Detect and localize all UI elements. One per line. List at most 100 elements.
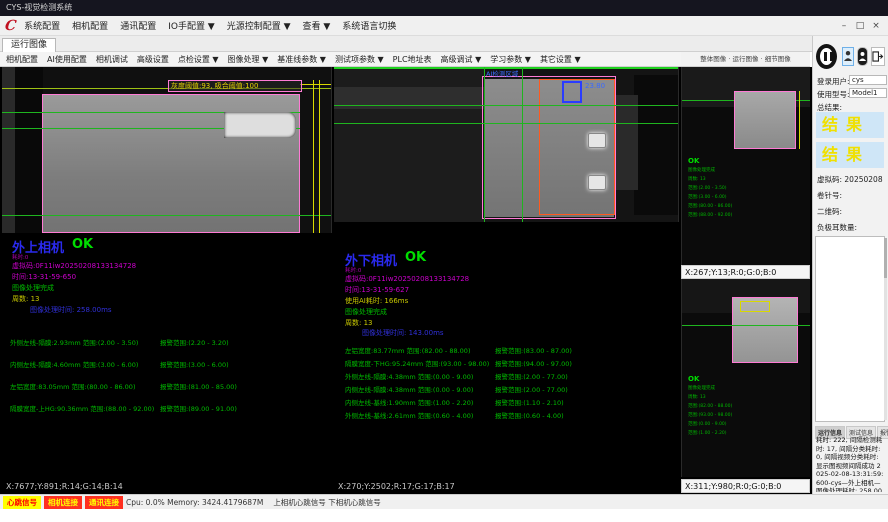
ai-region-label: AI检测区域	[486, 68, 518, 78]
menu-camera-config[interactable]: 相机配置	[72, 19, 108, 32]
tool-camera-config[interactable]: 相机配置	[6, 54, 38, 65]
alarm-range-text: 报警范围:(2.20 - 3.20)	[160, 337, 229, 347]
run-log-text: 耗时: 222, 间隔检测耗时: 17, 间隔分类耗时: 0, 间隔视频分类耗时…	[816, 436, 884, 492]
pause-icon	[830, 52, 833, 61]
center-camera-status: OK	[405, 250, 426, 265]
tool-image-processing[interactable]: 图像处理 ▼	[228, 54, 269, 65]
menu-system-config[interactable]: 系统配置	[24, 19, 60, 32]
pause-icon	[824, 52, 827, 61]
pause-button[interactable]	[816, 44, 837, 69]
tool-plc-address[interactable]: PLC地址表	[393, 54, 432, 65]
menu-comm-config[interactable]: 通讯配置	[120, 19, 156, 32]
reflection-glint	[588, 133, 606, 148]
measurement-row: 外侧左线-基线:2.61mm 范围:(0.60 - 4.00) 报警范围:(0.…	[345, 410, 660, 420]
alarm-range-text: 报警范围:(0.60 - 4.00)	[495, 410, 564, 420]
tool-baseline-params[interactable]: 基准线参数 ▼	[277, 54, 326, 65]
minimize-button[interactable]: –	[836, 21, 852, 31]
center-done-text: 图像处理完成	[345, 307, 387, 317]
measurement-row: 内侧左线-隔膜:4.38mm 范围:(0.00 - 9.00) 报警范围:(2.…	[345, 384, 660, 394]
measurement-text: 外侧左线-隔膜:2.93mm 范围:(2.00 - 3.50)	[10, 337, 138, 347]
measurement-text: 隔膜宽度-上HG:90.36mm 范围:(88.00 - 92.00)	[10, 403, 154, 413]
result-box-1: 结果	[816, 112, 884, 138]
yellow-measure-line	[313, 80, 314, 233]
measure-line	[484, 67, 485, 222]
mini-status: OK	[688, 375, 732, 384]
comm-connect-badge: 通讯连接	[85, 496, 123, 509]
measure-line	[334, 105, 679, 106]
tool-spot-check[interactable]: 点检设置 ▼	[178, 54, 219, 65]
measurement-text: 外侧左线-基线:2.61mm 范围:(0.60 - 4.00)	[345, 410, 473, 420]
tool-other-settings[interactable]: 其它设置 ▼	[540, 54, 581, 65]
measurement-row: 隔膜宽度-下HG:95.24mm 范围:(93.00 - 98.00) 报警范围…	[345, 358, 660, 368]
small-view-2[interactable]: OK 图像处理完成 周数: 13 范围:(82.00 - 88.00) 范围:(…	[681, 279, 810, 477]
small-view-1[interactable]: OK 图像处理完成 周数: 13 范围:(2.00 - 3.50) 范围:(3.…	[681, 67, 810, 265]
measure-line	[2, 215, 332, 216]
result-listbox[interactable]	[815, 236, 885, 422]
machinery-shape	[15, 67, 43, 233]
user-profile-button[interactable]	[857, 47, 868, 66]
tool-camera-debug[interactable]: 相机调试	[96, 54, 128, 65]
heartbeat-badge: 心跳信号	[3, 496, 41, 509]
center-count-text: 周数: 13	[345, 318, 373, 328]
yellow-measure-line	[300, 84, 332, 85]
alarm-range-text: 报警范围:(1.10 - 2.10)	[495, 397, 564, 407]
tool-advanced-debug[interactable]: 高级调试 ▼	[441, 54, 482, 65]
alarm-range-text: 报警范围:(83.00 - 87.00)	[495, 345, 572, 355]
menu-bar: C 系统配置 相机配置 通讯配置 IO手配置 ▼ 光源控制配置 ▼ 查看 ▼ 系…	[0, 16, 888, 36]
user-icon	[858, 51, 867, 62]
close-button[interactable]: ×	[868, 21, 884, 31]
left-barcode-text: 虚拟码:0F11iw20250208133134728	[12, 261, 136, 271]
camera-connect-badge: 相机连接	[44, 496, 82, 509]
menu-view[interactable]: 查看 ▼	[303, 19, 331, 32]
tool-advanced-settings[interactable]: 高级设置	[137, 54, 169, 65]
user-login-button[interactable]	[842, 47, 854, 66]
login-user-field[interactable]: cys	[849, 75, 887, 85]
negative-tab-count-label: 负极耳数量:	[817, 222, 857, 233]
center-time-text: 时间:13-31-59-627	[345, 285, 409, 295]
title-bar: CYS-视觉检测系统	[0, 0, 888, 16]
status-bar: 心跳信号 相机连接 通讯连接 Cpu: 0.0% Memory: 3424.41…	[0, 494, 888, 509]
app-logo-icon: C	[4, 18, 17, 34]
app-window: CYS-视觉检测系统 C 系统配置 相机配置 通讯配置 IO手配置 ▼ 光源控制…	[0, 0, 888, 522]
menu-io-config[interactable]: IO手配置 ▼	[168, 19, 215, 32]
yellow-measure-line	[799, 91, 800, 149]
listbox-scrollbar[interactable]	[884, 238, 887, 420]
scrollbar-thumb[interactable]	[884, 238, 887, 278]
right-views-header: 整体图像 · 运行图像 · 细节图像	[681, 52, 810, 67]
tab-bar: 运行图像	[0, 36, 888, 52]
tool-learning-params[interactable]: 学习参数 ▼	[490, 54, 531, 65]
window-title: CYS-视觉检测系统	[6, 3, 72, 12]
left-camera-viewport[interactable]: 灰度阈值:93, 吸合阈值:100	[2, 67, 332, 233]
left-time-text: 时间:13-31-59-650	[12, 272, 76, 282]
menu-language-switch[interactable]: 系统语言切换	[342, 19, 396, 32]
menu-light-config[interactable]: 光源控制配置 ▼	[227, 19, 291, 32]
main-area: 灰度阈值:93, 吸合阈值:100 外上相机 OK 耗时:0 虚拟码:0F11i…	[0, 67, 812, 494]
login-user-label: 登录用户:	[817, 76, 850, 87]
alarm-range-text: 报警范围:(89.00 - 91.00)	[160, 403, 237, 413]
connector-part	[224, 112, 296, 138]
battery-cell-region	[734, 91, 796, 149]
left-camera-status: OK	[72, 237, 93, 252]
center-proc-time-text: 图像处理时间: 143.00ms	[362, 328, 444, 338]
right-control-panel: 登录用户: cys 使用型号: Model1 总结果: 结果 结果 虚拟码: 2…	[812, 36, 888, 494]
measurement-text: 内侧左线-隔膜:4.60mm 范围:(3.00 - 6.00)	[10, 359, 138, 369]
measure-line	[334, 123, 679, 124]
alarm-range-text: 报警范围:(81.00 - 85.00)	[160, 381, 237, 391]
tab-run-image[interactable]: 运行图像	[2, 38, 56, 52]
tool-test-params[interactable]: 测试项参数 ▼	[335, 54, 384, 65]
small-view-1-coords: X:267;Y:13;R:0;G:0;B:0	[681, 265, 810, 279]
alarm-range-text: 报警范围:(2.00 - 77.00)	[495, 384, 568, 394]
measurement-text: 内侧左线-隔膜:4.38mm 范围:(0.00 - 9.00)	[345, 384, 473, 394]
left-done-text: 图像处理完成	[12, 283, 54, 293]
measurement-text: 隔膜宽度-下HG:95.24mm 范围:(93.00 - 98.00)	[345, 358, 489, 368]
logout-button[interactable]	[871, 47, 885, 66]
maximize-button[interactable]: □	[852, 21, 868, 31]
model-field[interactable]: Model1	[849, 88, 887, 98]
measurement-text: 左铝宽度:83.77mm 范围:(82.00 - 88.00)	[345, 345, 470, 355]
yellow-measure-line	[319, 80, 320, 233]
tool-ai-config[interactable]: AI使用配置	[47, 54, 87, 65]
measurement-row: 内侧左线-隔膜:4.60mm 范围:(3.00 - 6.00) 报警范围:(3.…	[10, 359, 325, 369]
machinery-shape	[2, 67, 15, 233]
machinery-shape	[616, 95, 638, 190]
center-camera-viewport[interactable]: 23.80 AI检测区域	[334, 67, 679, 222]
